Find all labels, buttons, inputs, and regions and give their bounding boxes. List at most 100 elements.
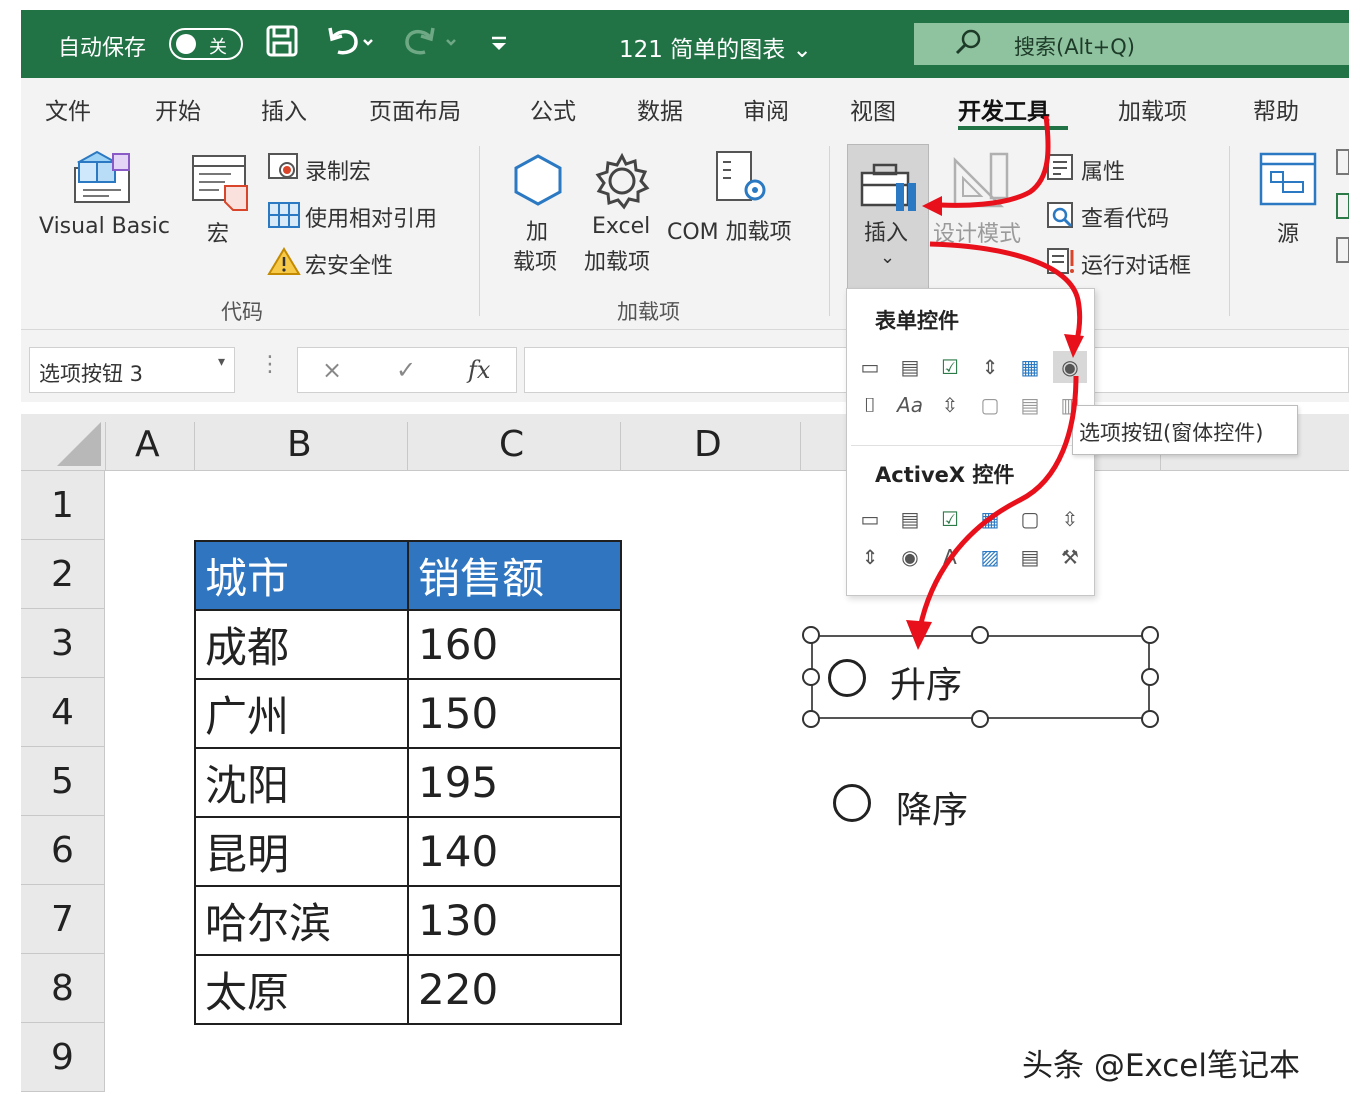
properties-icon[interactable]: [1045, 152, 1075, 186]
addins-icon[interactable]: [508, 152, 568, 214]
row-header-4[interactable]: 4: [21, 678, 105, 747]
record-macro-icon[interactable]: [267, 152, 301, 186]
option-label-ascending[interactable]: 升序: [890, 656, 962, 708]
resize-handle[interactable]: [971, 626, 989, 644]
resize-handle[interactable]: [802, 626, 820, 644]
xml-source-icon[interactable]: [1257, 150, 1319, 216]
city-cell[interactable]: 成都: [194, 609, 409, 680]
column-header-b[interactable]: B: [287, 424, 312, 465]
run-dialog-label[interactable]: 运行对话框: [1081, 248, 1191, 280]
gear-icon[interactable]: [591, 150, 653, 216]
macro-security-label[interactable]: 宏安全性: [305, 248, 393, 280]
scroll-bar-control-icon[interactable]: ⇳: [933, 389, 967, 421]
insert-function-icon[interactable]: fx: [468, 356, 490, 384]
activex-option-button-icon[interactable]: ◉: [893, 541, 927, 573]
spin-button-control-icon[interactable]: ⇕: [973, 351, 1007, 383]
macros-label[interactable]: 宏: [207, 216, 229, 248]
activex-spin-button-icon[interactable]: ⇕: [853, 541, 887, 573]
checkbox-control-icon[interactable]: ☑: [933, 351, 967, 383]
design-mode-label[interactable]: 设计模式: [933, 216, 1021, 248]
tab-view[interactable]: 视图: [850, 92, 896, 126]
customize-qat-icon[interactable]: [487, 24, 511, 71]
tab-data[interactable]: 数据: [637, 92, 683, 126]
insert-controls-button[interactable]: 插入 ⌄: [847, 144, 929, 292]
row-header-1[interactable]: 1: [21, 471, 105, 540]
xml-source-label[interactable]: 源: [1277, 216, 1299, 248]
column-header-a[interactable]: A: [135, 424, 160, 465]
name-box[interactable]: 选项按钮 3 ▾: [29, 347, 235, 393]
sales-cell[interactable]: 130: [407, 885, 622, 956]
addins-label-line1[interactable]: 加: [526, 214, 548, 246]
label-control-icon[interactable]: Aa: [893, 389, 927, 421]
combo-list-edit-icon[interactable]: ▤: [1013, 389, 1047, 421]
activex-scroll-bar-icon[interactable]: ⇳: [1053, 503, 1087, 535]
undo-icon[interactable]: [324, 24, 374, 71]
sales-cell[interactable]: 220: [407, 954, 622, 1025]
activex-toggle-button-icon[interactable]: ▤: [1013, 541, 1047, 573]
row-header-3[interactable]: 3: [21, 609, 105, 678]
activex-command-button-icon[interactable]: ▭: [853, 503, 887, 535]
select-all-button[interactable]: [21, 414, 105, 470]
record-macro-label[interactable]: 录制宏: [305, 154, 371, 186]
row-header-6[interactable]: 6: [21, 816, 105, 885]
view-code-icon[interactable]: [1045, 200, 1075, 234]
visual-basic-icon[interactable]: [69, 146, 135, 216]
city-cell[interactable]: 昆明: [194, 816, 409, 887]
view-code-label[interactable]: 查看代码: [1081, 201, 1169, 233]
resize-handle[interactable]: [971, 710, 989, 728]
option-button-descending[interactable]: [833, 784, 871, 822]
resize-handle[interactable]: [802, 668, 820, 686]
city-cell[interactable]: 太原: [194, 954, 409, 1025]
tab-review[interactable]: 审阅: [743, 92, 789, 126]
row-header-2[interactable]: 2: [21, 540, 105, 609]
visual-basic-label[interactable]: Visual Basic: [39, 214, 170, 239]
option-label-descending[interactable]: 降序: [896, 781, 968, 833]
tab-developer[interactable]: 开发工具: [958, 92, 1050, 126]
properties-label[interactable]: 属性: [1081, 154, 1125, 186]
table-header-cell[interactable]: 销售额: [407, 540, 622, 611]
city-cell[interactable]: 哈尔滨: [194, 885, 409, 956]
row-header-7[interactable]: 7: [21, 885, 105, 954]
tab-file[interactable]: 文件: [45, 92, 91, 126]
city-cell[interactable]: 广州: [194, 678, 409, 749]
group-box-control-icon[interactable]: ⌷: [853, 389, 887, 421]
activex-list-box-icon[interactable]: ▦: [973, 503, 1007, 535]
warning-icon[interactable]: [267, 246, 301, 280]
tab-formulas[interactable]: 公式: [530, 92, 576, 126]
enter-icon[interactable]: ✓: [396, 356, 416, 384]
relative-references-icon[interactable]: [267, 200, 301, 234]
macros-icon[interactable]: [189, 152, 251, 218]
com-addins-icon[interactable]: [711, 148, 773, 214]
button-control-icon[interactable]: ▭: [853, 351, 887, 383]
relative-references-label[interactable]: 使用相对引用: [305, 201, 437, 233]
addins-label-line2[interactable]: 载项: [513, 244, 557, 276]
sales-cell[interactable]: 150: [407, 678, 622, 749]
resize-handle[interactable]: [1141, 710, 1159, 728]
cancel-icon[interactable]: ×: [322, 356, 342, 384]
excel-addins-label-line2[interactable]: 加载项: [584, 244, 650, 276]
city-cell[interactable]: 沈阳: [194, 747, 409, 818]
search-box[interactable]: 搜索(Alt+Q): [914, 23, 1349, 65]
redo-icon[interactable]: [403, 24, 463, 71]
sales-cell[interactable]: 195: [407, 747, 622, 818]
table-header-cell[interactable]: 城市: [194, 540, 409, 611]
resize-handle[interactable]: [802, 710, 820, 728]
resize-handle[interactable]: [1141, 668, 1159, 686]
resize-handle[interactable]: [1141, 626, 1159, 644]
option-button-icon[interactable]: ◉: [1053, 351, 1087, 383]
activex-text-box-icon[interactable]: ▢: [1013, 503, 1047, 535]
document-title[interactable]: 121 简单的图表 ⌄: [619, 30, 812, 64]
list-box-control-icon[interactable]: ▦: [1013, 351, 1047, 383]
autosave-toggle[interactable]: 关: [169, 28, 243, 60]
chevron-down-icon[interactable]: ▾: [218, 354, 225, 370]
column-header-c[interactable]: C: [499, 424, 524, 465]
option-button-ascending[interactable]: [828, 659, 866, 697]
tab-addins[interactable]: 加载项: [1118, 92, 1187, 126]
tab-page-layout[interactable]: 页面布局: [369, 92, 461, 126]
more-icon[interactable]: ⋮: [259, 352, 281, 377]
tab-insert[interactable]: 插入: [261, 92, 307, 126]
run-dialog-icon[interactable]: [1045, 246, 1075, 280]
activex-combo-box-icon[interactable]: ▤: [893, 503, 927, 535]
design-mode-icon[interactable]: [951, 150, 1013, 216]
row-header-5[interactable]: 5: [21, 747, 105, 816]
